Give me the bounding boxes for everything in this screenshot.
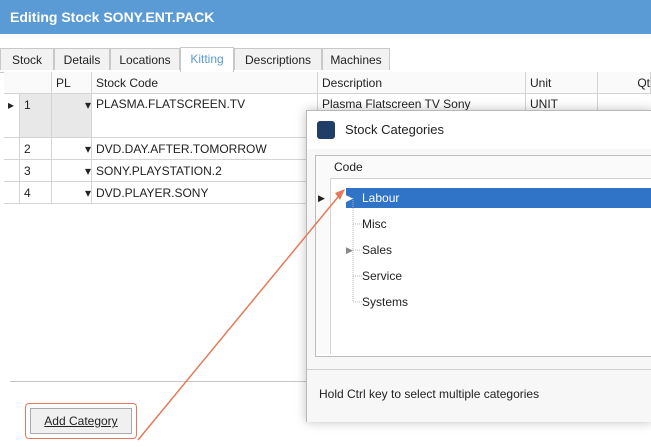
callout-arrow-icon: [137, 189, 345, 441]
